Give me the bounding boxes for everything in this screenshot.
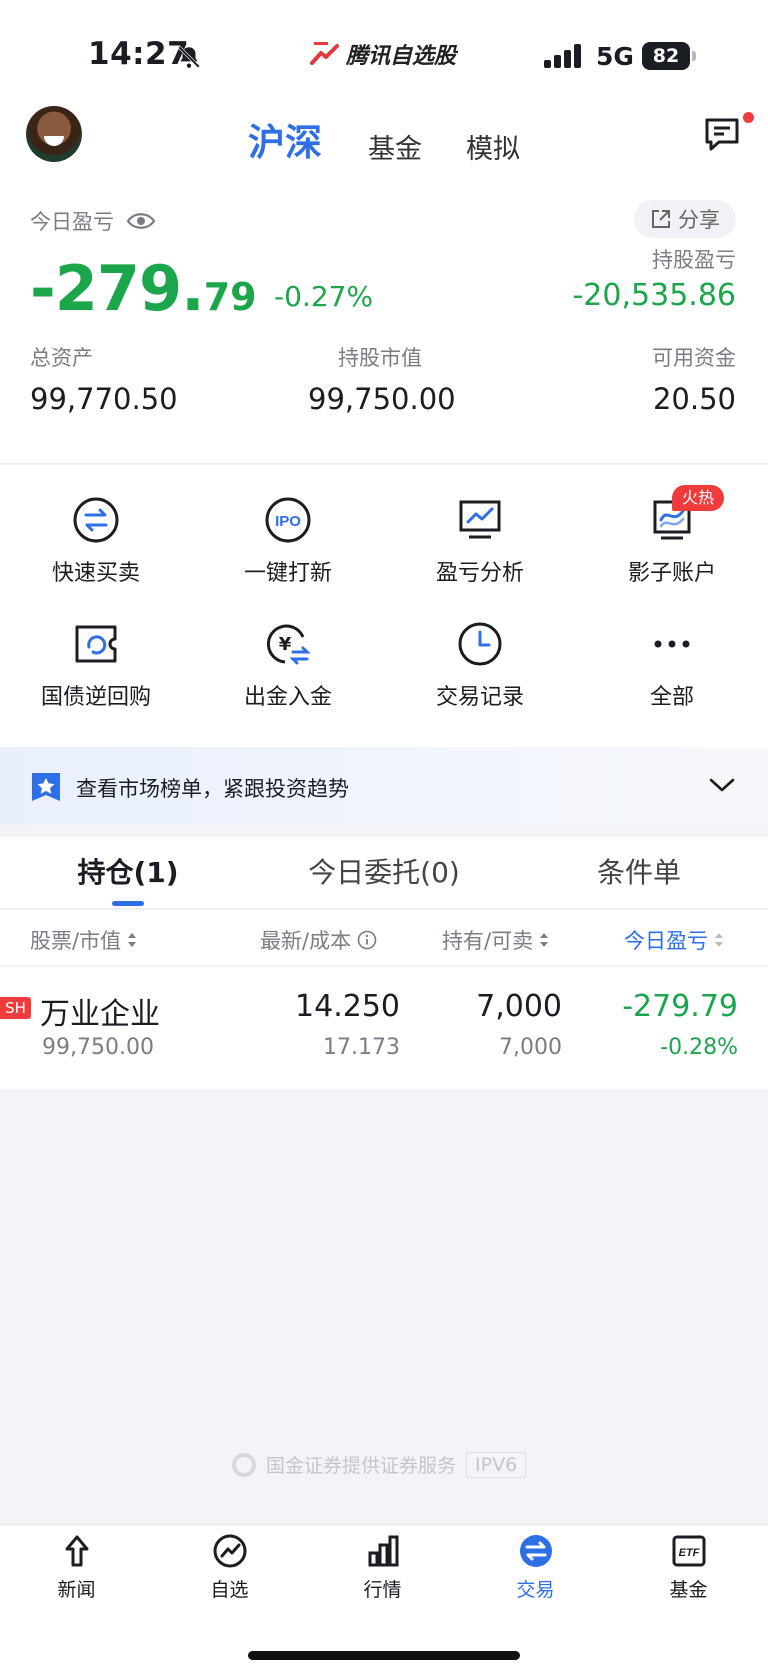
brand-name: 腾讯自选股 — [346, 44, 457, 69]
action-transfer-funds[interactable]: ¥ 出金入金 — [192, 589, 384, 710]
market-value-value: 99,750.00 — [308, 382, 456, 416]
brand: 腾讯自选股 — [310, 38, 456, 70]
clock-icon — [458, 622, 502, 666]
top-header: 沪深 基金 模拟 — [0, 96, 768, 192]
active-tab-indicator — [112, 901, 144, 906]
table-row[interactable]: SH 万业企业 99,750.00 14.250 17.173 7,000 7,… — [0, 967, 768, 1089]
bottom-nav: 新闻 自选 行情 交易 ETF 基金 — [0, 1524, 768, 1669]
market-ranking-banner[interactable]: 查看市场榜单，紧跟投资趋势 — [0, 747, 768, 825]
message-icon[interactable] — [702, 114, 742, 154]
more-icon — [654, 640, 690, 648]
today-pnl-value: -279. 79 — [30, 252, 257, 325]
action-quick-trade[interactable]: 快速买卖 — [0, 465, 192, 586]
available-label: 可用资金 — [652, 346, 736, 370]
broker-service-note: 国金证券提供证券服务 IPV6 — [232, 1451, 527, 1478]
row-today-pct: -0.28% — [660, 1035, 738, 1060]
info-icon[interactable] — [357, 930, 377, 950]
holding-tabs: 持仓(1) 今日委托(0) 条件单 — [0, 837, 768, 909]
today-pnl-header: 今日盈亏 — [30, 206, 156, 236]
yuan-transfer-icon: ¥ — [266, 624, 311, 665]
col-latest-cost[interactable]: 最新/成本 — [260, 925, 377, 955]
available-value: 20.50 — [652, 382, 736, 416]
ipo-icon: IPO — [265, 497, 311, 543]
today-pnl-pct: -0.27% — [274, 280, 374, 313]
status-time: 14:27 — [88, 36, 190, 72]
market-value-label: 持股市值 — [338, 346, 422, 370]
hot-badge: 火热 — [672, 485, 725, 511]
svg-text:IPO: IPO — [275, 513, 301, 530]
action-shadow-account[interactable]: 影子账户 — [576, 465, 768, 586]
svg-text:ETF: ETF — [678, 1547, 699, 1559]
cost-price: 17.173 — [323, 1035, 400, 1060]
eye-icon[interactable] — [126, 211, 156, 231]
positions-table-header: 股票/市值 最新/成本 持有/可卖 今日盈亏 — [0, 910, 768, 966]
nav-market[interactable]: 行情 — [306, 1533, 459, 1602]
network-type: 5G — [596, 42, 634, 71]
stock-market-value: 99,750.00 — [42, 1035, 154, 1060]
battery-icon: 82 — [642, 42, 696, 70]
sort-icon — [715, 933, 723, 947]
broker-logo-icon — [232, 1452, 256, 1477]
tab-hushen[interactable]: 沪深 — [248, 112, 322, 166]
col-today-pnl[interactable]: 今日盈亏 — [624, 925, 724, 955]
service-text: 国金证券提供证券服务 — [266, 1455, 457, 1477]
held-qty: 7,000 — [476, 989, 562, 1024]
market-icon — [368, 1535, 398, 1567]
nav-trade[interactable]: 交易 — [459, 1533, 612, 1602]
unread-dot — [743, 112, 754, 123]
chart-monitor-icon — [459, 500, 501, 539]
action-trade-records[interactable]: 交易记录 — [384, 589, 576, 710]
pnl-summary: 今日盈亏 分享 -279. 79 -0.27% 持股盈亏 -20,535.86 总… — [0, 192, 768, 464]
quick-actions: 快速买卖 IPO 一键打新 盈亏分析 影子账户 火热 国债逆回购 ¥ 出金入金 … — [0, 465, 768, 747]
tab-today-orders[interactable]: 今日委托(0) — [290, 851, 478, 891]
tab-conditional-orders[interactable]: 条件单 — [574, 851, 704, 891]
tab-fund[interactable]: 基金 — [368, 117, 422, 166]
tab-positions[interactable]: 持仓(1) — [60, 851, 196, 891]
action-ipo[interactable]: IPO 一键打新 — [192, 465, 384, 586]
chevron-down-icon[interactable] — [708, 775, 736, 795]
market-tabs: 沪深 基金 模拟 — [0, 112, 768, 166]
share-icon — [652, 210, 670, 228]
total-assets-value: 99,770.50 — [30, 382, 178, 416]
star-bookmark-icon — [32, 773, 60, 801]
sort-icon — [540, 933, 549, 947]
nav-news[interactable]: 新闻 — [0, 1533, 153, 1602]
holding-pnl-label: 持股盈亏 — [652, 248, 736, 272]
nav-watchlist[interactable]: 自选 — [153, 1533, 306, 1602]
share-button[interactable]: 分享 — [634, 200, 736, 238]
banner-text: 查看市场榜单，紧跟投资趋势 — [76, 777, 349, 801]
status-bar: 14:27 腾讯自选股 5G 82 — [0, 0, 768, 96]
sort-icon — [128, 933, 137, 947]
market-badge: SH — [0, 997, 31, 1019]
today-pnl-label: 今日盈亏 — [30, 210, 114, 234]
swap-icon — [73, 497, 119, 543]
signal-icon — [544, 44, 581, 68]
brand-logo-icon — [310, 41, 340, 67]
home-indicator — [248, 1651, 520, 1660]
news-icon — [65, 1535, 88, 1567]
watchlist-icon — [213, 1534, 246, 1568]
share-label: 分享 — [678, 208, 720, 232]
stock-name: 万业企业 — [40, 997, 160, 1032]
repo-icon — [75, 625, 117, 663]
total-assets-label: 总资产 — [30, 346, 93, 370]
col-held-sellable[interactable]: 持有/可卖 — [442, 925, 549, 955]
etf-icon: ETF — [672, 1535, 705, 1567]
bell-muted-icon — [178, 46, 200, 68]
action-all[interactable]: 全部 — [576, 589, 768, 710]
action-reverse-repo[interactable]: 国债逆回购 — [0, 589, 192, 710]
sellable-qty: 7,000 — [499, 1035, 562, 1060]
nav-fund[interactable]: ETF 基金 — [612, 1533, 765, 1602]
col-stock-mv[interactable]: 股票/市值 — [30, 925, 137, 955]
row-today-pnl: -279.79 — [622, 989, 738, 1024]
tab-simulate[interactable]: 模拟 — [466, 117, 520, 166]
svg-text:¥: ¥ — [279, 634, 292, 655]
holding-pnl-value: -20,535.86 — [572, 278, 736, 313]
ipv6-badge: IPV6 — [466, 1451, 527, 1478]
latest-price: 14.250 — [295, 989, 400, 1024]
trade-icon — [519, 1535, 552, 1567]
battery-level: 82 — [642, 42, 690, 70]
action-pnl-analysis[interactable]: 盈亏分析 — [384, 465, 576, 586]
